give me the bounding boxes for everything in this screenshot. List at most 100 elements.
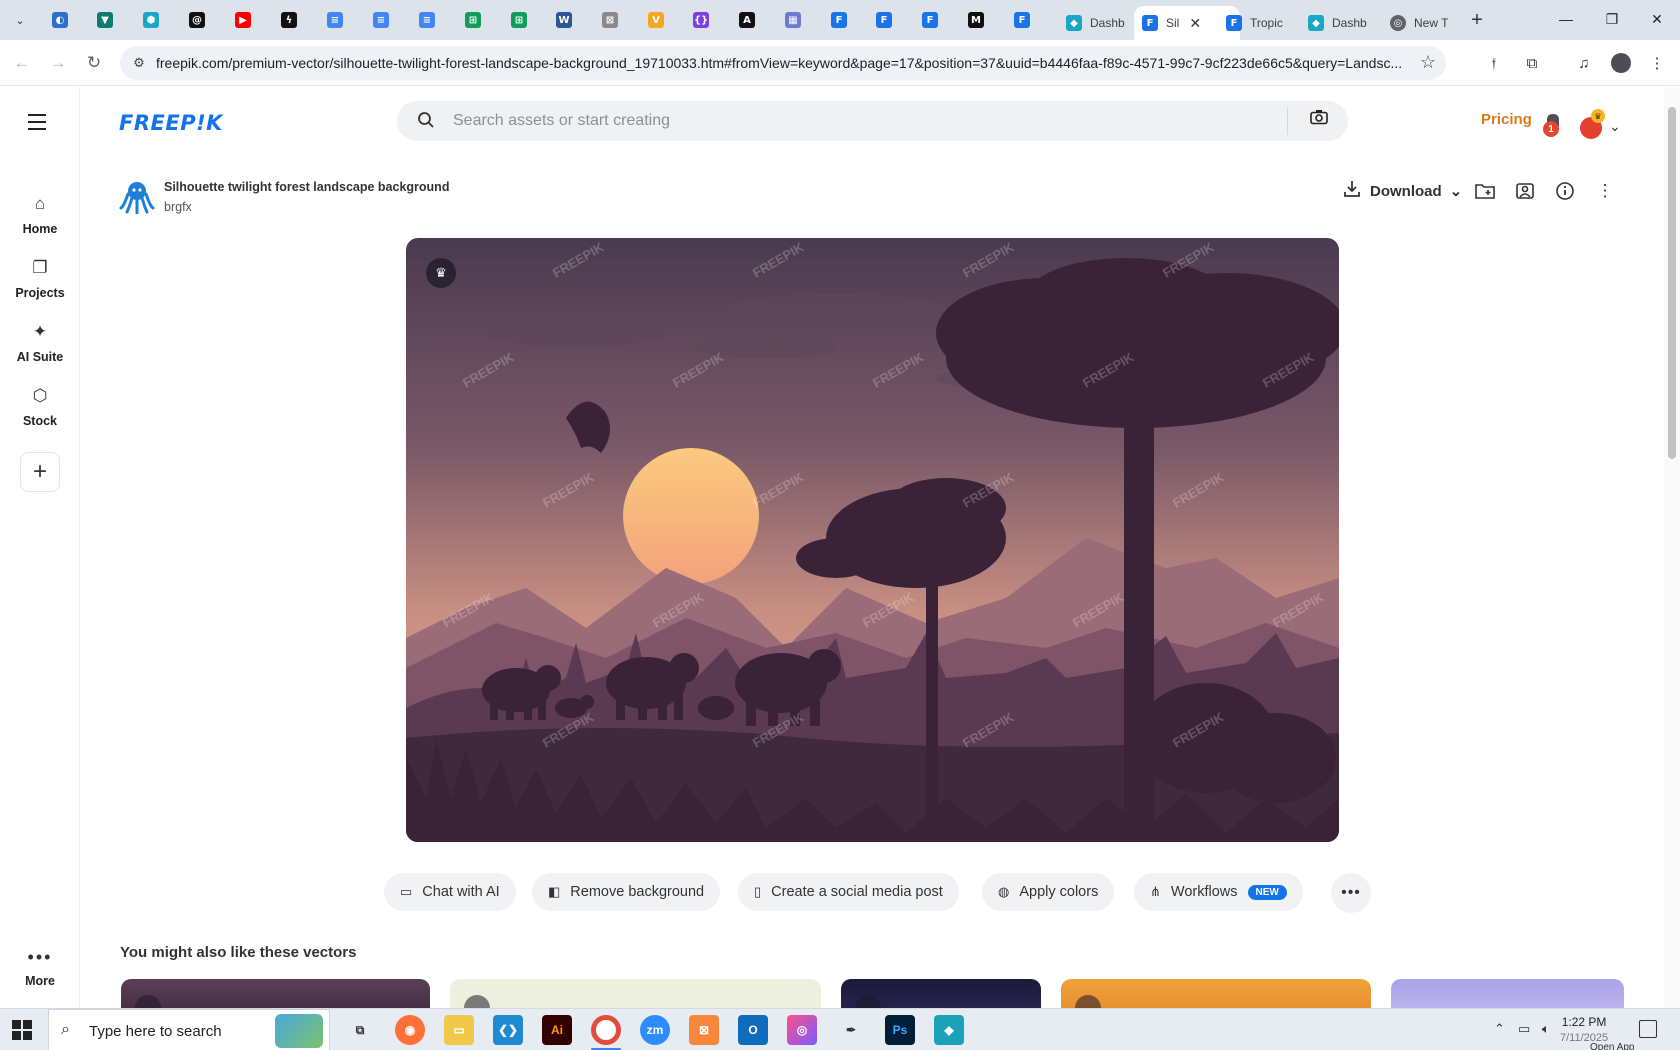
related-thumbnail-2[interactable] (450, 979, 821, 1008)
search-input[interactable] (453, 110, 1253, 132)
related-thumbnail-5[interactable] (1391, 979, 1624, 1008)
open-app-label[interactable]: Open App (1590, 1042, 1634, 1050)
volume-icon[interactable]: 🔈︎ (1542, 1021, 1550, 1037)
asset-preview-image[interactable]: FREEPIK FREEPIK FREEPIK FREEPIK FREEPIK … (406, 238, 1339, 842)
minimize-button[interactable]: — (1543, 6, 1589, 32)
pinned-tab[interactable]: F (1008, 8, 1036, 32)
pinned-tab[interactable]: @ (183, 8, 211, 32)
save-to-folder-icon[interactable] (1472, 178, 1498, 204)
pinned-tab[interactable]: W (550, 8, 578, 32)
xampp-icon[interactable]: ⊠ (689, 1015, 719, 1045)
address-bar[interactable]: ⚙ freepik.com/premium-vector/silhouette-… (120, 46, 1446, 80)
notification-center-icon[interactable] (1639, 1020, 1657, 1038)
page-scrollbar[interactable] (1664, 87, 1680, 1008)
tab-dashboard-1[interactable]: ◆ Dashb (1058, 6, 1133, 40)
related-thumbnail-4[interactable] (1061, 979, 1371, 1008)
projects-icon: ❐ (32, 258, 48, 277)
related-thumbnail-3[interactable] (841, 979, 1041, 1008)
scrollbar-thumb[interactable] (1668, 107, 1676, 459)
photoshop-icon[interactable]: Ps (885, 1015, 915, 1045)
illustrator-icon[interactable]: Ai (542, 1015, 572, 1045)
camera-search-icon[interactable] (1307, 109, 1331, 133)
pinned-tab[interactable]: F (825, 8, 853, 32)
sidebar-item-stock[interactable]: ⬡ Stock (0, 384, 80, 430)
freepik-logo[interactable]: FREEP!K (119, 111, 223, 135)
firefox-icon[interactable]: ◉ (395, 1015, 425, 1045)
new-tab-button[interactable]: + (1465, 8, 1489, 32)
chat-with-ai-button[interactable]: ▭ Chat with AI (384, 873, 516, 911)
pinned-tab[interactable]: ⊠ (596, 8, 624, 32)
apply-colors-button[interactable]: ◍ Apply colors (982, 873, 1115, 911)
close-window-button[interactable]: ✕ (1634, 6, 1680, 32)
pinned-tab[interactable]: ◐ (46, 8, 74, 32)
outlook-icon[interactable]: O (738, 1015, 768, 1045)
create-social-post-button[interactable]: ▯ Create a social media post (738, 873, 959, 911)
close-icon[interactable]: ✕ (1189, 15, 1201, 32)
pinned-tab[interactable]: M (962, 8, 990, 32)
pinned-tab[interactable]: ≡ (413, 8, 441, 32)
sidebar-item-more[interactable]: ••• More (0, 947, 80, 988)
chevron-down-icon[interactable]: ⌄ (1609, 118, 1621, 135)
taskbar-search-box[interactable]: ⌕ Type here to search (48, 1009, 330, 1050)
pinned-tab[interactable]: ▼ (91, 8, 119, 32)
pinned-tab[interactable]: ⊞ (459, 8, 487, 32)
pinned-tab[interactable]: {} (687, 8, 715, 32)
pen-tool-icon[interactable]: ✒ (836, 1015, 866, 1045)
author-avatar[interactable] (119, 178, 155, 215)
more-options-icon[interactable]: ⋮ (1592, 178, 1618, 204)
download-button[interactable]: Download ⌄ (1342, 175, 1462, 207)
workflows-button[interactable]: ⋔ Workflows NEW (1134, 873, 1303, 911)
vscode-icon[interactable]: ❮❯ (493, 1015, 523, 1045)
pinned-tab[interactable]: ≡ (367, 8, 395, 32)
hamburger-menu-icon[interactable] (28, 114, 52, 132)
file-explorer-icon[interactable]: ▭ (444, 1015, 474, 1045)
pinned-tab[interactable]: ▶ (229, 8, 257, 32)
creative-cloud-icon[interactable]: ◎ (787, 1015, 817, 1045)
forward-arrow-icon[interactable]: → (46, 51, 70, 75)
puzzle-extensions-icon[interactable]: ⧉ (1520, 51, 1544, 75)
tab-new-tab[interactable]: ◎ New T (1382, 6, 1456, 40)
windows-start-icon[interactable] (12, 1020, 32, 1040)
pinned-tab[interactable]: ▦ (779, 8, 807, 32)
diamond-icon: ◆ (1308, 15, 1324, 31)
tray-chevron-icon[interactable]: ⌃ (1494, 1021, 1505, 1037)
font-extension-icon[interactable]: 𝔣 (1482, 51, 1506, 75)
sidebar-item-home[interactable]: ⌂ Home (0, 192, 80, 238)
back-arrow-icon[interactable]: ← (10, 51, 34, 75)
task-view-icon[interactable]: ⧉ (345, 1015, 375, 1045)
sidebar-item-ai-suite[interactable]: ✦ AI Suite (0, 320, 80, 366)
media-control-icon[interactable]: ♫ (1572, 51, 1596, 75)
pinned-tab[interactable]: F (870, 8, 898, 32)
pinned-tab[interactable]: F (916, 8, 944, 32)
remove-background-button[interactable]: ◧ Remove background (532, 873, 721, 911)
zoom-icon[interactable]: zm (640, 1015, 670, 1045)
search-bar (397, 101, 1348, 141)
browser-menu-icon[interactable]: ⋮ (1645, 51, 1669, 75)
chrome-icon[interactable] (591, 1015, 621, 1045)
pinned-tab[interactable]: ⊞ (505, 8, 533, 32)
pinned-tab[interactable]: ≡ (321, 8, 349, 32)
phone-icon: ▯ (754, 884, 762, 899)
add-button[interactable]: + (20, 452, 60, 492)
tab-tropic[interactable]: F Tropic (1218, 6, 1291, 40)
tab-dashboard-2[interactable]: ◆ Dashb (1300, 6, 1375, 40)
pinned-tab[interactable]: A (733, 8, 761, 32)
sidebar-item-projects[interactable]: ❐ Projects (0, 256, 80, 302)
info-icon[interactable] (1552, 178, 1578, 204)
pinned-tab[interactable]: V (642, 8, 670, 32)
profile-avatar[interactable] (1609, 51, 1633, 75)
bookmark-star-icon[interactable]: ☆ (1420, 52, 1436, 73)
app-diamond-icon[interactable]: ◆ (934, 1015, 964, 1045)
more-actions-button[interactable]: ••• (1331, 873, 1371, 913)
network-icon[interactable]: ▭ (1518, 1021, 1530, 1037)
site-settings-icon[interactable]: ⚙ (130, 54, 148, 72)
edit-image-icon[interactable] (1512, 178, 1538, 204)
related-thumbnail-1[interactable] (121, 979, 430, 1008)
pinned-tab[interactable]: ⬢ (137, 8, 165, 32)
pinned-tab[interactable]: ϟ (275, 8, 303, 32)
asset-author-link[interactable]: brgfx (164, 200, 192, 214)
reload-icon[interactable]: ↻ (82, 51, 106, 75)
pricing-link[interactable]: Pricing (1481, 111, 1532, 128)
tab-search-chevron-icon[interactable]: ⌄ (8, 8, 32, 32)
restore-button[interactable]: ❐ (1589, 6, 1635, 32)
